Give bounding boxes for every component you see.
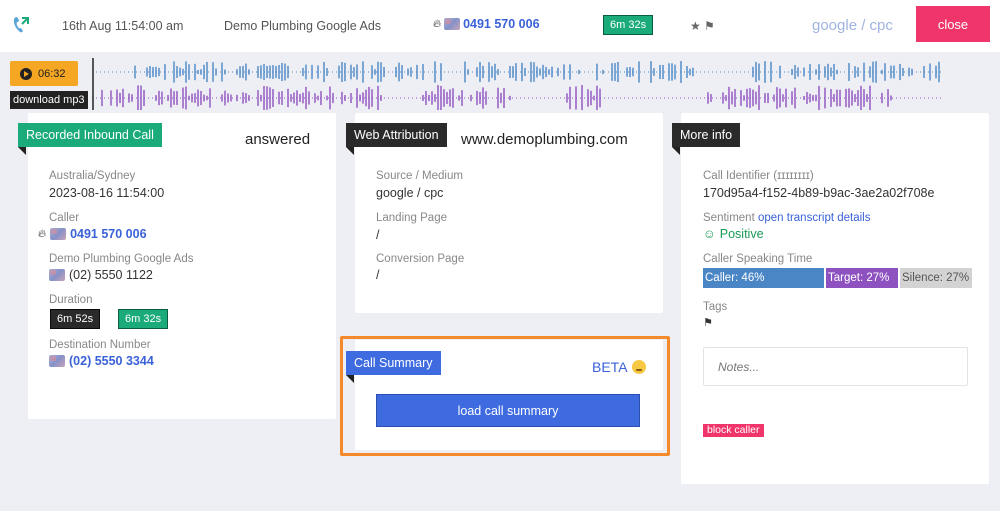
smile-icon: ☺: [703, 227, 716, 241]
caller-row: 🔥︎ 0491 570 006: [38, 227, 147, 241]
call-identifier-label: Call Identifier (ɪɪɪɪɪɪɪɪ): [703, 170, 814, 182]
source-medium: google / cpc: [812, 17, 893, 34]
source-medium-label: Source / Medium: [376, 170, 463, 182]
source-medium-value: google / cpc: [376, 186, 444, 200]
flag-icon: [49, 269, 65, 281]
tag-icon[interactable]: ⚑: [704, 19, 715, 33]
beta-badge: BETA: [592, 359, 646, 375]
caller-phone-link[interactable]: 0491 570 006: [70, 227, 146, 241]
tags-label: Tags: [703, 301, 728, 313]
caller-label: Caller: [49, 212, 80, 224]
destination-label: Destination Number: [49, 339, 151, 351]
play-button[interactable]: 06:32: [10, 61, 78, 86]
conversion-page-label: Conversion Page: [376, 253, 465, 265]
campaign-name: Demo Plumbing Google Ads: [224, 19, 382, 33]
sentiment-value-row: ☺ Positive: [703, 227, 764, 241]
call-identifier-value: 170d95a4-f152-4b89-b9ac-3ae2a02f708e: [703, 186, 935, 200]
silence-percent: Silence: 27%: [900, 268, 972, 288]
download-mp3-button[interactable]: download mp3: [10, 91, 88, 109]
beta-text: BETA: [592, 359, 628, 375]
conversion-page-value: /: [376, 268, 380, 282]
caller-percent: Caller: 46%: [703, 268, 824, 288]
target-percent: Target: 27%: [826, 268, 898, 288]
open-transcript-link[interactable]: open transcript details: [758, 212, 871, 224]
destination-row: (02) 5550 3344: [49, 354, 154, 368]
inbound-call-card: [28, 113, 336, 419]
audio-waveform[interactable]: [92, 58, 944, 110]
call-header: 16th Aug 11:54:00 am Demo Plumbing Googl…: [0, 0, 1000, 52]
duration-total-badge: 6m 52s: [50, 309, 101, 329]
sentiment-value: Positive: [719, 227, 764, 241]
close-button[interactable]: close: [916, 6, 990, 42]
caller-phone-group: 🔥︎ 0491 570 006: [433, 17, 540, 31]
website-domain: www.demoplumbing.com: [461, 131, 628, 148]
call-logo-icon: [13, 17, 29, 33]
flag-icon: [444, 18, 461, 30]
call-summary-tag: Call Summary: [346, 351, 441, 383]
play-time: 06:32: [38, 67, 66, 80]
inbound-call-tag: Recorded Inbound Call: [18, 123, 162, 155]
destination-phone-link[interactable]: (02) 5550 3344: [69, 354, 154, 368]
flame-icon: 🔥︎: [38, 227, 47, 240]
web-attribution-tag: Web Attribution: [346, 123, 447, 155]
shushing-emoji-icon: [631, 360, 646, 374]
flag-icon: [50, 228, 67, 240]
caller-phone-link[interactable]: 0491 570 006: [463, 17, 539, 31]
call-status: answered: [245, 131, 311, 148]
notes-input[interactable]: [703, 347, 968, 386]
tag-icon[interactable]: ⚑: [703, 316, 713, 329]
campaign-phone: (02) 5550 1122: [69, 268, 153, 282]
campaign-label: Demo Plumbing Google Ads: [49, 253, 194, 265]
play-icon: [20, 67, 32, 80]
sentiment-row: Sentiment open transcript details: [703, 212, 871, 224]
more-info-tag: More info: [672, 123, 741, 155]
call-date: 16th Aug 11:54:00 am: [62, 19, 184, 33]
flame-icon: 🔥︎: [433, 17, 442, 30]
sentiment-label: Sentiment: [703, 212, 755, 224]
landing-page-label: Landing Page: [376, 212, 447, 224]
campaign-phone-row: (02) 5550 1122: [49, 268, 153, 282]
block-caller-button[interactable]: block caller: [703, 424, 764, 437]
landing-page-value: /: [376, 228, 380, 242]
load-call-summary-button[interactable]: load call summary: [376, 394, 640, 427]
duration-badge: 6m 32s: [603, 15, 654, 35]
duration-label: Duration: [49, 294, 93, 306]
star-icon[interactable]: ★: [690, 19, 701, 33]
timezone-label: Australia/Sydney: [49, 170, 136, 182]
flag-icon: [49, 355, 65, 367]
duration-talk-badge: 6m 32s: [118, 309, 169, 329]
speaking-time-label: Caller Speaking Time: [703, 253, 813, 265]
speaking-time-bar: Caller: 46% Target: 27% Silence: 27%: [703, 268, 972, 288]
call-datetime: 2023-08-16 11:54:00: [49, 186, 165, 200]
